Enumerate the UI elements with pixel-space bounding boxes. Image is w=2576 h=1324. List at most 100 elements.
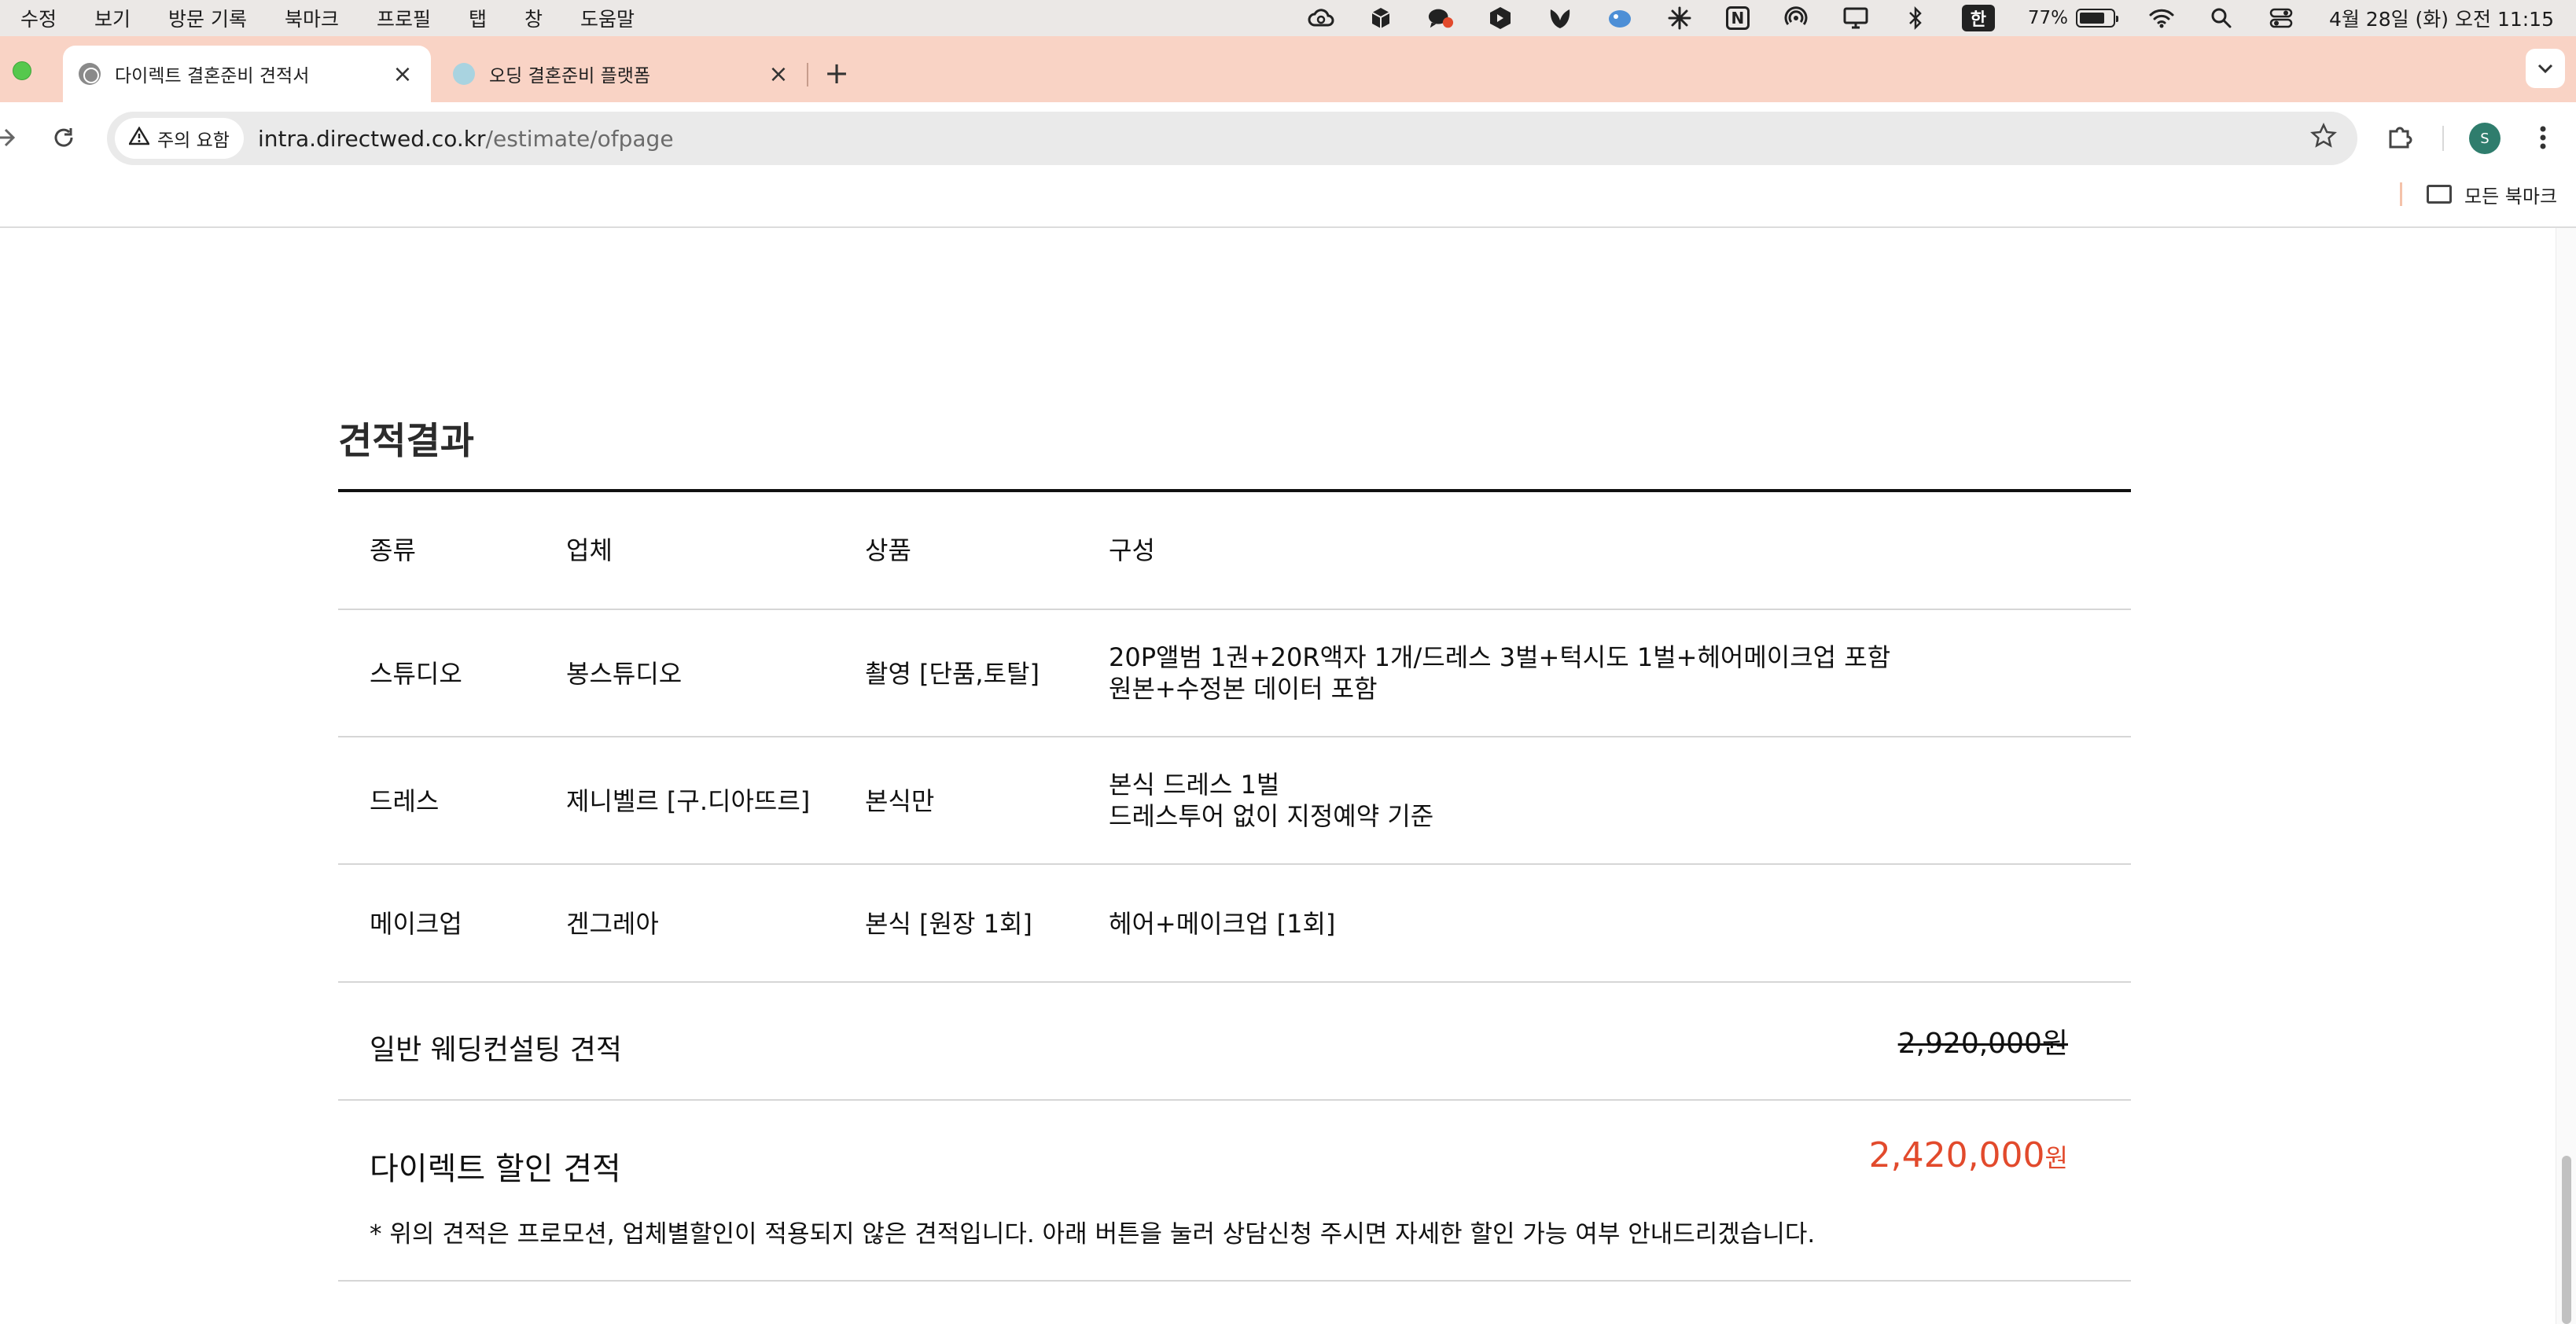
bluetooth-icon[interactable]: [1902, 5, 1929, 31]
menu-view[interactable]: 보기: [94, 4, 131, 32]
tab-title: 오딩 결혼준비 플랫폼: [489, 66, 651, 86]
blue-app-icon[interactable]: [1606, 5, 1633, 31]
menu-window[interactable]: 창: [524, 4, 543, 32]
toolbar-divider: [2442, 126, 2444, 151]
column-header-product: 상품: [865, 535, 911, 565]
table-row: 스튜디오 봉스튜디오 촬영 [단품,토탈] 20P앨범 1권+20R액자 1개/…: [338, 610, 2131, 737]
discount-price-unit: 원: [2044, 1143, 2068, 1173]
row-type: 스튜디오: [370, 659, 462, 689]
estimate-table: 종류 업체 상품 구성 스튜디오 봉스튜디오 촬영 [단품,토탈] 20P앨범 …: [338, 489, 2131, 1282]
page-scrollbar[interactable]: [2556, 228, 2576, 1324]
all-bookmarks-button[interactable]: 모든 북마크: [2427, 181, 2557, 208]
bookmarks-divider: [2400, 182, 2402, 206]
row-config: 헤어+메이크업 [1회]: [1109, 909, 1336, 939]
all-bookmarks-label: 모든 북마크: [2464, 185, 2558, 208]
warning-triangle-icon: [127, 126, 151, 150]
extensions-puzzle-icon[interactable]: [2383, 120, 2417, 154]
input-method-icon[interactable]: 한: [1961, 5, 1995, 31]
row-config: 본식 드레스 1벌 드레스투어 없이 지정예약 기준: [1109, 769, 1433, 832]
scrollbar-thumb[interactable]: [2562, 1156, 2571, 1324]
wifi-icon[interactable]: [2148, 5, 2175, 31]
row-vendor: 봉스튜디오: [566, 659, 683, 689]
general-estimate-price: 2,920,000원: [1897, 1028, 2068, 1060]
row-config-line: 원본+수정본 데이터 포함: [1109, 674, 1378, 704]
battery-percentage: 77%: [2027, 8, 2068, 28]
bookmarks-bar: 모든 북마크: [0, 175, 2576, 228]
general-estimate-label: 일반 웨딩컨설팅 견적: [370, 1034, 622, 1066]
control-center-icon[interactable]: [2268, 5, 2294, 31]
discount-estimate-label: 다이렉트 할인 견적: [370, 1151, 621, 1187]
menu-clock[interactable]: 4월 28일 (화) 오전 11:15: [2329, 4, 2554, 32]
tab-estimate[interactable]: 다이렉트 결혼준비 견적서 ×: [63, 46, 431, 102]
address-bar[interactable]: 주의 요함 intra.directwed.co.kr/estimate/ofp…: [107, 112, 2357, 165]
bookmark-star-icon[interactable]: [2310, 123, 2337, 155]
column-header-type: 종류: [370, 535, 416, 565]
spotlight-search-icon[interactable]: [2208, 5, 2235, 31]
column-header-config: 구성: [1109, 535, 1155, 565]
column-header-vendor: 업체: [566, 535, 613, 565]
url-path: /estimate/ofpage: [485, 125, 674, 152]
security-warning-chip[interactable]: 주의 요함: [115, 118, 244, 159]
app-menus: 수정 보기 방문 기록 북마크 프로필 탭 창 도움말: [0, 4, 672, 32]
tab-wedding-platform[interactable]: 오딩 결혼준비 플랫폼 ×: [437, 46, 807, 102]
profile-avatar[interactable]: S: [2469, 123, 2501, 154]
tab-search-chevron-icon[interactable]: [2526, 49, 2565, 88]
globe-icon: [79, 63, 101, 85]
row-config-line: 20P앨범 1권+20R액자 1개/드레스 3벌+턱시도 1벌+헤어메이크업 포…: [1109, 642, 1891, 672]
chat-badge-icon[interactable]: [1427, 5, 1454, 31]
page-viewport: 견적결과 종류 업체 상품 구성 스튜디오 봉스튜디오 촬영 [단품,토탈] 2…: [0, 228, 2576, 1324]
table-row: 메이크업 겐그레아 본식 [원장 1회] 헤어+메이크업 [1회]: [338, 865, 2131, 983]
table-header-row: 종류 업체 상품 구성: [338, 492, 2131, 610]
tab-title: 다이렉트 결혼준비 견적서: [115, 66, 310, 86]
general-estimate-row: 일반 웨딩컨설팅 견적 2,920,000원: [338, 983, 2131, 1101]
notion-icon[interactable]: N: [1725, 6, 1750, 30]
row-product: 촬영 [단품,토탈]: [865, 659, 1040, 689]
row-product: 본식 [원장 1회]: [865, 909, 1032, 939]
menu-bookmarks[interactable]: 북마크: [285, 4, 339, 32]
asterisk-icon[interactable]: [1666, 5, 1693, 31]
url-text[interactable]: intra.directwed.co.kr/estimate/ofpage: [258, 126, 674, 152]
browser-toolbar: 주의 요함 intra.directwed.co.kr/estimate/ofp…: [0, 102, 2576, 175]
tab-divider: [807, 63, 808, 86]
creative-cloud-icon[interactable]: [1308, 5, 1334, 31]
app-cube-icon[interactable]: [1367, 5, 1394, 31]
battery-icon[interactable]: [2075, 9, 2118, 28]
row-config: 20P앨범 1권+20R액자 1개/드레스 3벌+턱시도 1벌+헤어메이크업 포…: [1109, 642, 1890, 704]
tab-strip: 다이렉트 결혼준비 견적서 × 오딩 결혼준비 플랫폼 × +: [0, 36, 2576, 102]
hexagon-app-icon[interactable]: [1487, 5, 1514, 31]
menu-edit[interactable]: 수정: [20, 4, 57, 32]
row-vendor: 겐그레아: [566, 909, 659, 939]
url-host: intra.directwed.co.kr: [257, 125, 486, 152]
display-icon[interactable]: [1842, 5, 1869, 31]
folder-icon: [2427, 185, 2452, 204]
airdrop-icon[interactable]: [1783, 5, 1809, 31]
battery-level-fill: [2079, 13, 2104, 24]
discount-estimate-price: 2,420,000원: [1869, 1135, 2068, 1175]
close-icon[interactable]: ×: [388, 60, 417, 88]
window-zoom-button[interactable]: [13, 61, 31, 80]
leaf-icon[interactable]: [1547, 5, 1573, 31]
menu-tab[interactable]: 탭: [469, 4, 487, 32]
close-icon[interactable]: ×: [764, 60, 793, 88]
row-product: 본식만: [865, 786, 935, 816]
reload-icon[interactable]: [46, 120, 82, 156]
estimate-disclaimer: * 위의 견적은 프로모션, 업체별할인이 적용되지 않은 견적입니다. 아래 …: [370, 1220, 1816, 1249]
status-tray: N 한 77% 4월 28일 (화) 오전 11:15: [1275, 0, 2554, 36]
table-row: 드레스 제니벨르 [구.디아뜨르] 본식만 본식 드레스 1벌 드레스투어 없이…: [338, 737, 2131, 865]
discount-estimate-row: 다이렉트 할인 견적 2,420,000원 * 위의 견적은 프로모션, 업체별…: [338, 1101, 2131, 1282]
row-type: 드레스: [370, 786, 440, 816]
menu-profiles[interactable]: 프로필: [377, 4, 431, 32]
more-menu-icon[interactable]: [2527, 120, 2559, 156]
row-config-line: 드레스투어 없이 지정예약 기준: [1109, 801, 1434, 831]
row-vendor: 제니벨르 [구.디아뜨르]: [566, 786, 811, 816]
discount-price-amount: 2,420,000: [1868, 1135, 2045, 1175]
page-title: 견적결과: [338, 420, 474, 463]
menu-help[interactable]: 도움말: [580, 4, 635, 32]
site-favicon-icon: [453, 63, 475, 85]
forward-arrow-icon[interactable]: [0, 120, 22, 156]
new-tab-plus-icon[interactable]: +: [821, 58, 852, 90]
menu-history[interactable]: 방문 기록: [168, 4, 247, 32]
row-config-line: 본식 드레스 1벌: [1109, 770, 1280, 800]
menu-bar: 수정 보기 방문 기록 북마크 프로필 탭 창 도움말 N 한 77% 4월 2…: [0, 0, 2576, 36]
security-warning-label: 주의 요함: [157, 131, 230, 151]
